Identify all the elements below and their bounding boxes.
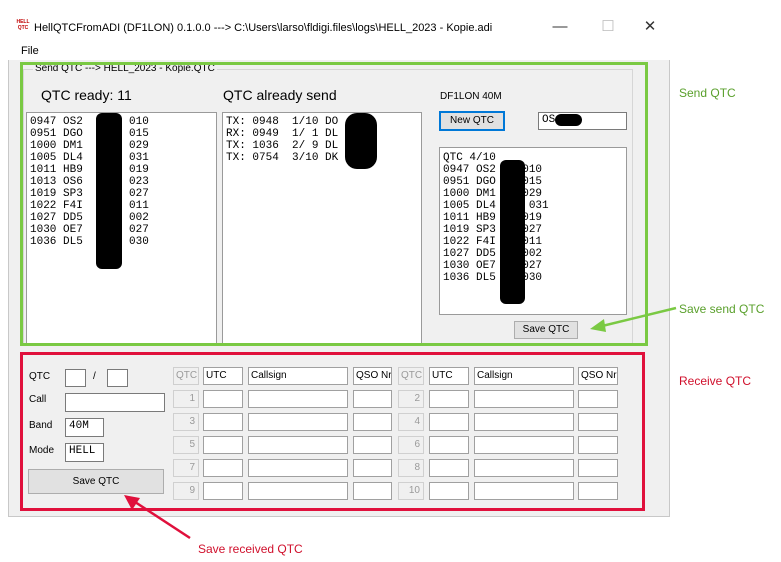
annotation-arrows <box>124 306 677 540</box>
red-arrow-icon <box>124 495 191 540</box>
green-arrow-icon <box>590 306 677 332</box>
